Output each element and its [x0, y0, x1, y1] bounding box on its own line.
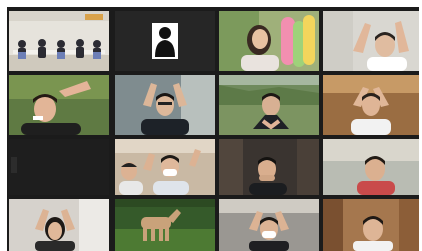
participant-tile-12[interactable]	[323, 139, 419, 195]
participant-tile-15[interactable]	[219, 199, 319, 251]
participant-tile-11[interactable]	[219, 139, 319, 195]
participant-tile-14[interactable]	[115, 199, 215, 251]
participant-tile-5[interactable]	[9, 75, 109, 135]
participant-tile-4[interactable]	[323, 11, 419, 71]
participant-tile-1[interactable]	[9, 11, 109, 71]
participant-tile-16[interactable]	[323, 199, 419, 251]
participant-tile-2[interactable]	[115, 11, 215, 71]
participant-tile-3[interactable]	[219, 11, 319, 71]
participant-tile-13[interactable]	[9, 199, 109, 251]
participant-tile-7[interactable]	[219, 75, 319, 135]
video-conference-screenshot	[0, 0, 422, 251]
participant-tile-9[interactable]	[9, 139, 109, 195]
participant-tile-8[interactable]	[323, 75, 419, 135]
gallery-view-grid	[7, 7, 419, 251]
participant-tile-6[interactable]	[115, 75, 215, 135]
participant-tile-10[interactable]	[115, 139, 215, 195]
